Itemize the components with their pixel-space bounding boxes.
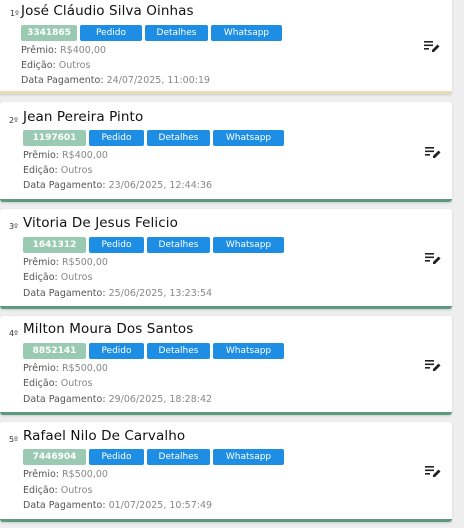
- winner-name: José Cláudio Silva Oinhas: [21, 3, 194, 19]
- data-pagamento-line: Data Pagamento: 01/07/2025, 10:57:49: [23, 500, 212, 511]
- edicao-value: Outros: [60, 485, 93, 496]
- data-pagamento-label: Data Pagamento:: [23, 500, 106, 511]
- detalhes-button[interactable]: Detalhes: [147, 449, 210, 465]
- winner-name: Jean Pereira Pinto: [23, 109, 144, 125]
- winner-position: 1º: [10, 9, 19, 18]
- data-pagamento-line: Data Pagamento: 24/07/2025, 11:00:19: [21, 75, 210, 86]
- pedido-button[interactable]: Pedido: [89, 237, 144, 253]
- premio-label: Prêmio:: [23, 257, 60, 268]
- premio-value: R$500,00: [62, 257, 108, 268]
- edicao-value: Outros: [58, 60, 91, 71]
- ticket-code-badge: 3341865: [21, 25, 77, 41]
- detalhes-button[interactable]: Detalhes: [147, 343, 210, 359]
- edit-note-icon[interactable]: [425, 465, 441, 477]
- pedido-button[interactable]: Pedido: [89, 130, 144, 146]
- winner-card: 3º Vitoria De Jesus Felicio 1641312 Pedi…: [0, 209, 452, 309]
- edicao-line: Edição: Outros: [23, 272, 92, 283]
- winner-position: 5º: [9, 435, 18, 444]
- data-pagamento-line: Data Pagamento: 29/06/2025, 18:28:42: [23, 394, 212, 405]
- data-pagamento-value: 23/06/2025, 12:44:36: [108, 180, 213, 191]
- premio-value: R$500,00: [62, 469, 108, 480]
- premio-label: Prêmio:: [23, 469, 60, 480]
- premio-value: R$400,00: [62, 150, 108, 161]
- winner-card: 4º Milton Moura Dos Santos 8852141 Pedid…: [0, 316, 452, 415]
- detalhes-button[interactable]: Detalhes: [145, 25, 208, 41]
- winner-actions: 1641312 Pedido Detalhes Whatsapp: [23, 237, 284, 253]
- whatsapp-button[interactable]: Whatsapp: [213, 343, 284, 359]
- edicao-line: Edição: Outros: [23, 378, 92, 389]
- winner-position: 2º: [9, 116, 18, 125]
- detalhes-button[interactable]: Detalhes: [147, 237, 210, 253]
- ticket-code-badge: 1197601: [23, 130, 86, 146]
- edicao-label: Edição:: [23, 165, 58, 176]
- edicao-line: Edição: Outros: [23, 485, 92, 496]
- edicao-value: Outros: [60, 378, 93, 389]
- premio-line: Prêmio: R$500,00: [23, 469, 108, 480]
- winner-position: 4º: [9, 329, 18, 338]
- data-pagamento-label: Data Pagamento:: [21, 75, 104, 86]
- pedido-button[interactable]: Pedido: [80, 25, 142, 41]
- edicao-line: Edição: Outros: [21, 60, 90, 71]
- edit-note-icon[interactable]: [425, 146, 441, 158]
- whatsapp-button[interactable]: Whatsapp: [213, 130, 284, 146]
- pedido-button[interactable]: Pedido: [89, 343, 144, 359]
- edicao-label: Edição:: [23, 485, 58, 496]
- premio-line: Prêmio: R$500,00: [23, 257, 108, 268]
- data-pagamento-line: Data Pagamento: 25/06/2025, 13:23:54: [23, 288, 212, 299]
- data-pagamento-value: 25/06/2025, 13:23:54: [108, 288, 213, 299]
- data-pagamento-value: 29/06/2025, 18:28:42: [108, 394, 213, 405]
- data-pagamento-label: Data Pagamento:: [23, 288, 106, 299]
- data-pagamento-label: Data Pagamento:: [23, 394, 106, 405]
- data-pagamento-label: Data Pagamento:: [23, 180, 106, 191]
- winner-name: Vitoria De Jesus Felicio: [23, 215, 178, 231]
- premio-label: Prêmio:: [23, 363, 60, 374]
- premio-label: Prêmio:: [21, 45, 58, 56]
- pedido-button[interactable]: Pedido: [89, 449, 144, 465]
- detalhes-button[interactable]: Detalhes: [147, 130, 210, 146]
- premio-line: Prêmio: R$400,00: [21, 45, 106, 56]
- premio-value: R$500,00: [62, 363, 108, 374]
- ticket-code-badge: 1641312: [23, 237, 86, 253]
- edicao-label: Edição:: [23, 378, 58, 389]
- winner-actions: 1197601 Pedido Detalhes Whatsapp: [23, 130, 284, 146]
- whatsapp-button[interactable]: Whatsapp: [213, 237, 284, 253]
- winner-actions: 8852141 Pedido Detalhes Whatsapp: [23, 343, 284, 359]
- edicao-value: Outros: [60, 272, 93, 283]
- data-pagamento-line: Data Pagamento: 23/06/2025, 12:44:36: [23, 180, 212, 191]
- edit-note-icon[interactable]: [425, 252, 441, 264]
- edit-note-icon[interactable]: [425, 359, 441, 371]
- whatsapp-button[interactable]: Whatsapp: [211, 25, 282, 41]
- winner-card: 1º José Cláudio Silva Oinhas 3341865 Ped…: [0, 0, 452, 94]
- edicao-label: Edição:: [21, 60, 56, 71]
- winner-card: 5º Rafael Nilo De Carvalho 7446904 Pedid…: [0, 422, 452, 522]
- premio-line: Prêmio: R$500,00: [23, 363, 108, 374]
- edicao-value: Outros: [60, 165, 93, 176]
- edicao-label: Edição:: [23, 272, 58, 283]
- winner-position: 3º: [9, 222, 18, 231]
- winner-actions: 7446904 Pedido Detalhes Whatsapp: [23, 449, 284, 465]
- ticket-code-badge: 7446904: [23, 449, 86, 465]
- edicao-line: Edição: Outros: [23, 165, 92, 176]
- data-pagamento-value: 01/07/2025, 10:57:49: [108, 500, 213, 511]
- winner-card: 2º Jean Pereira Pinto 1197601 Pedido Det…: [0, 102, 452, 202]
- data-pagamento-value: 24/07/2025, 11:00:19: [106, 75, 211, 86]
- whatsapp-button[interactable]: Whatsapp: [213, 449, 284, 465]
- ticket-code-badge: 8852141: [23, 343, 86, 359]
- winner-name: Rafael Nilo De Carvalho: [23, 428, 186, 444]
- winner-name: Milton Moura Dos Santos: [23, 321, 194, 337]
- edit-note-icon[interactable]: [424, 40, 440, 52]
- winner-actions: 3341865 Pedido Detalhes Whatsapp: [21, 25, 282, 41]
- premio-line: Prêmio: R$400,00: [23, 150, 108, 161]
- premio-label: Prêmio:: [23, 150, 60, 161]
- premio-value: R$400,00: [60, 45, 106, 56]
